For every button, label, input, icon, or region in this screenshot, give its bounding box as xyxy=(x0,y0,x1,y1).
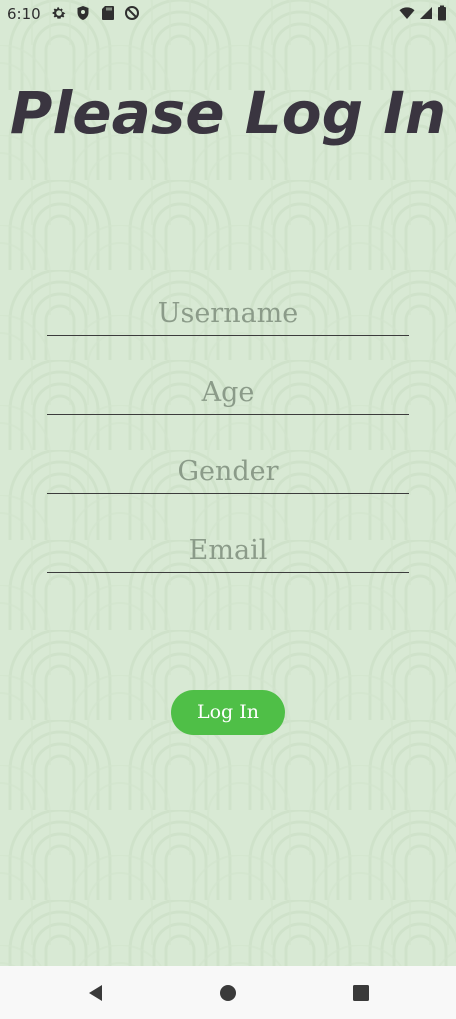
sd-card-icon xyxy=(100,5,116,21)
username-input[interactable] xyxy=(47,292,409,336)
home-icon[interactable] xyxy=(215,980,241,1006)
wifi-icon xyxy=(399,5,415,21)
age-input[interactable] xyxy=(47,371,409,415)
battery-icon xyxy=(437,5,447,21)
page-title: Please Log In xyxy=(9,79,447,147)
gender-field-container xyxy=(47,450,409,494)
status-time: 6:10 xyxy=(7,5,41,23)
signal-icon xyxy=(418,5,434,21)
email-input[interactable] xyxy=(47,529,409,573)
login-button[interactable]: Log In xyxy=(171,690,285,735)
back-icon[interactable] xyxy=(83,980,109,1006)
recents-icon[interactable] xyxy=(348,980,374,1006)
no-sync-icon xyxy=(124,5,140,21)
gender-input[interactable] xyxy=(47,450,409,494)
gear-icon xyxy=(51,5,67,21)
email-field-container xyxy=(47,529,409,573)
status-bar: 6:10 xyxy=(0,0,456,28)
age-field-container xyxy=(47,371,409,415)
shield-icon xyxy=(75,5,91,21)
navigation-bar xyxy=(0,966,456,1019)
username-field-container xyxy=(47,292,409,336)
